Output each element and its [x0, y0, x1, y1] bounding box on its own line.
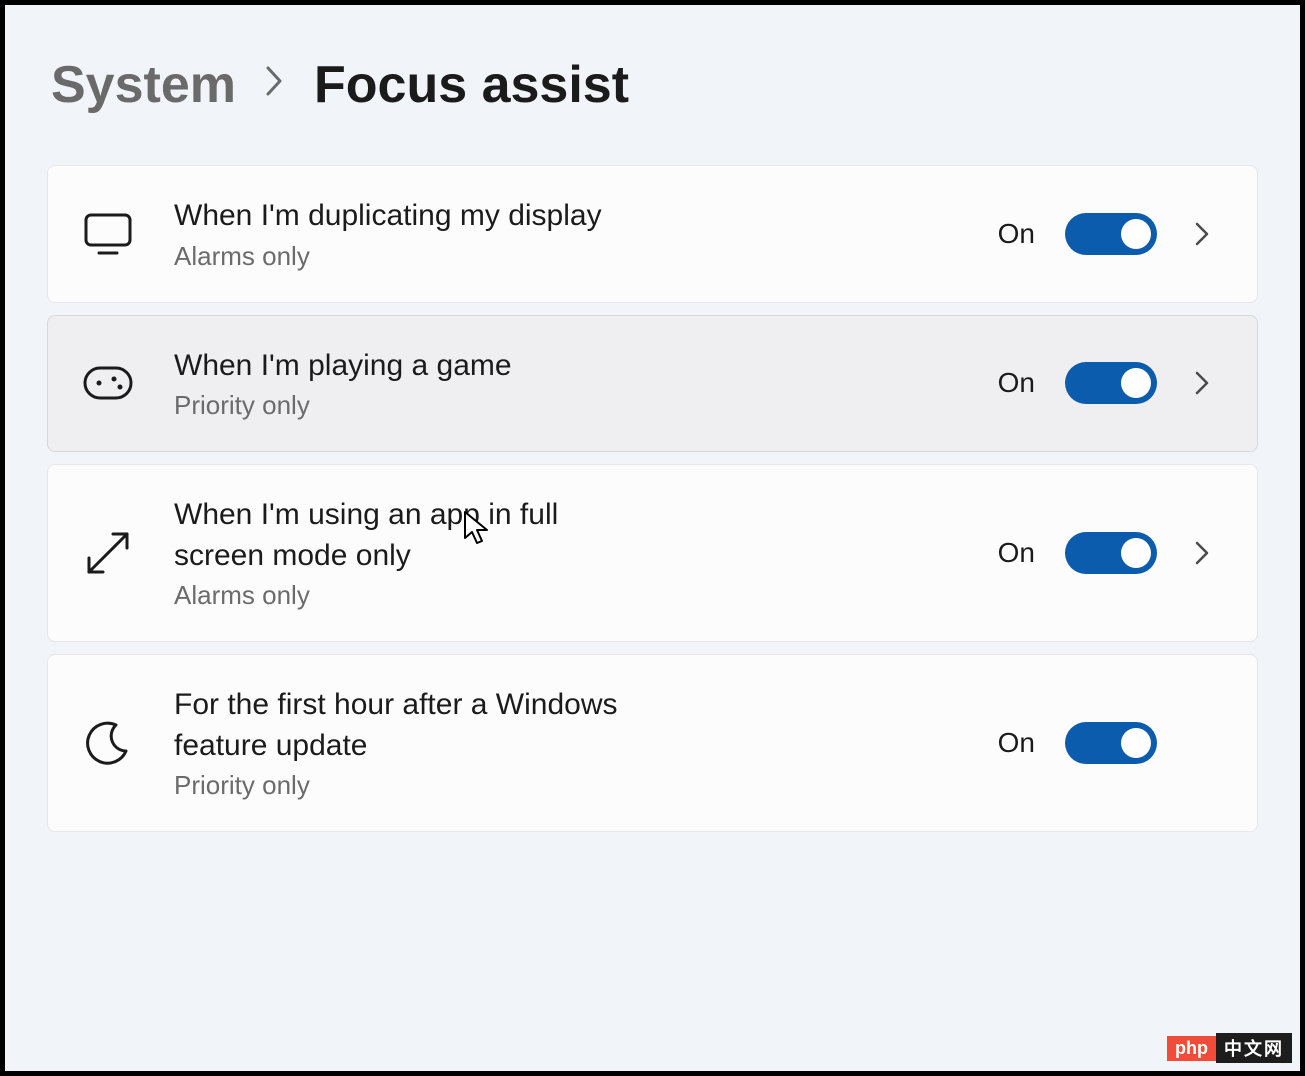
setting-row-controls: On	[998, 532, 1217, 574]
settings-window: System Focus assist When I'm duplicating…	[4, 4, 1301, 1072]
setting-row-subtitle: Alarms only	[174, 241, 958, 272]
watermark: php 中文网	[1167, 1033, 1292, 1063]
toggle-state-label: On	[998, 727, 1035, 759]
settings-list: When I'm duplicating my display Alarms o…	[47, 165, 1258, 832]
chevron-right-icon[interactable]	[1187, 219, 1217, 249]
setting-row-playing-game[interactable]: When I'm playing a game Priority only On	[47, 315, 1258, 453]
setting-row-after-update[interactable]: For the first hour after a Windows featu…	[47, 654, 1258, 832]
moon-icon	[82, 717, 134, 769]
setting-row-fullscreen-app[interactable]: When I'm using an app in full screen mod…	[47, 464, 1258, 642]
toggle-switch[interactable]	[1065, 532, 1157, 574]
setting-row-title: When I'm duplicating my display	[174, 196, 634, 237]
setting-row-text: When I'm using an app in full screen mod…	[174, 495, 958, 611]
setting-row-title: When I'm playing a game	[174, 346, 634, 387]
chevron-right-icon[interactable]	[1187, 368, 1217, 398]
setting-row-subtitle: Priority only	[174, 390, 958, 421]
chevron-right-icon[interactable]	[1187, 538, 1217, 568]
setting-row-subtitle: Priority only	[174, 770, 958, 801]
watermark-left: php	[1167, 1036, 1216, 1061]
setting-row-title: When I'm using an app in full screen mod…	[174, 495, 634, 576]
setting-row-text: When I'm duplicating my display Alarms o…	[174, 196, 958, 272]
toggle-state-label: On	[998, 537, 1035, 569]
monitor-icon	[82, 208, 134, 260]
setting-row-text: When I'm playing a game Priority only	[174, 346, 958, 422]
fullscreen-icon	[82, 527, 134, 579]
setting-row-controls: On	[998, 213, 1217, 255]
toggle-switch[interactable]	[1065, 213, 1157, 255]
toggle-switch[interactable]	[1065, 722, 1157, 764]
breadcrumb-parent-link[interactable]: System	[51, 55, 236, 115]
chevron-spacer	[1187, 728, 1217, 758]
toggle-state-label: On	[998, 218, 1035, 250]
toggle-switch[interactable]	[1065, 362, 1157, 404]
setting-row-text: For the first hour after a Windows featu…	[174, 685, 958, 801]
toggle-state-label: On	[998, 367, 1035, 399]
watermark-right: 中文网	[1216, 1033, 1292, 1063]
setting-row-title: For the first hour after a Windows featu…	[174, 685, 634, 766]
setting-row-controls: On	[998, 362, 1217, 404]
setting-row-controls: On	[998, 722, 1217, 764]
chevron-right-icon	[264, 64, 286, 107]
setting-row-duplicating-display[interactable]: When I'm duplicating my display Alarms o…	[47, 165, 1258, 303]
page-title: Focus assist	[314, 55, 629, 115]
gamepad-icon	[82, 357, 134, 409]
breadcrumb: System Focus assist	[47, 55, 1258, 115]
setting-row-subtitle: Alarms only	[174, 580, 958, 611]
